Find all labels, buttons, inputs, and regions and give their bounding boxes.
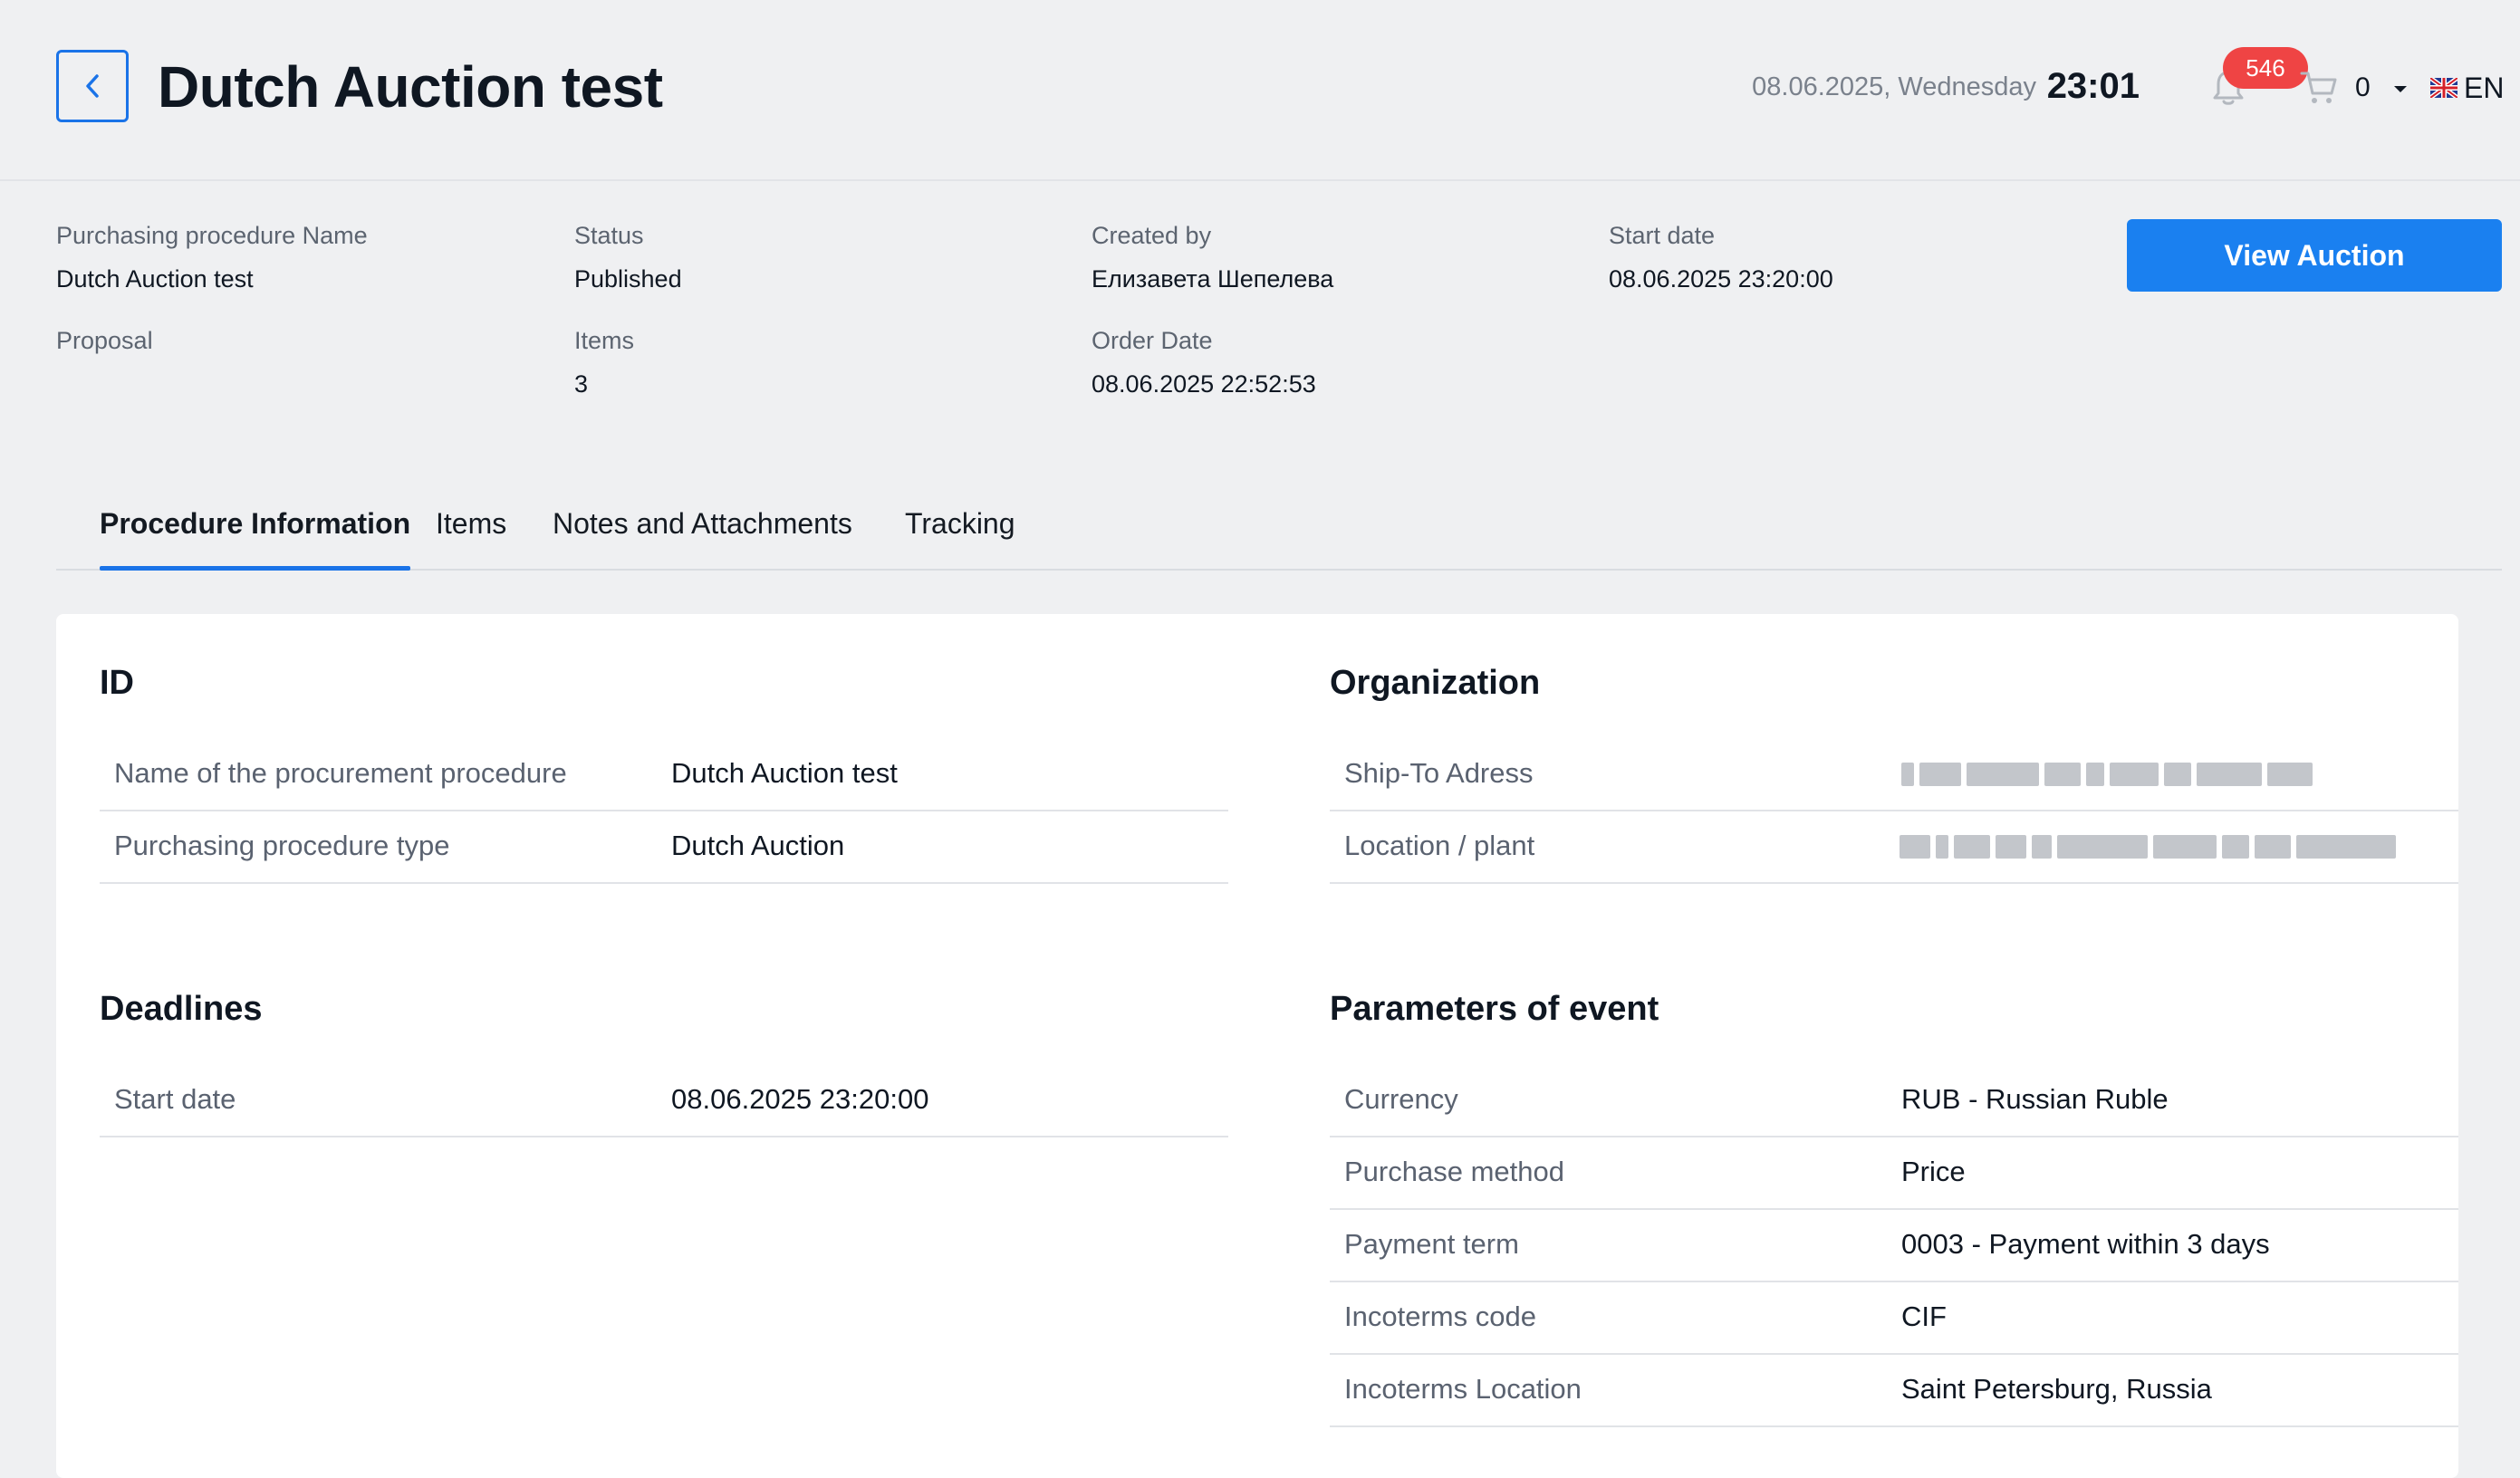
- caret-down-icon[interactable]: [2391, 80, 2409, 98]
- view-auction-button[interactable]: View Auction: [2127, 219, 2502, 292]
- row-label: Payment term: [1344, 1228, 1519, 1260]
- row-label: Name of the procurement procedure: [114, 757, 567, 789]
- tab-items[interactable]: Items: [436, 489, 506, 569]
- notifications-badge[interactable]: 546: [2223, 47, 2308, 89]
- table-row: Start date 08.06.2025 23:20:00: [100, 1065, 1228, 1137]
- deadlines-section-title: Deadlines: [100, 990, 263, 1028]
- row-label: Incoterms code: [1344, 1300, 1536, 1332]
- start-date-label: Start date: [1609, 222, 1716, 249]
- uk-flag-icon[interactable]: [2430, 78, 2457, 98]
- table-row: Payment term 0003 - Payment within 3 day…: [1330, 1210, 2458, 1282]
- table-row: Name of the procurement procedure Dutch …: [100, 739, 1228, 811]
- row-value: RUB - Russian Ruble: [1901, 1083, 2169, 1115]
- parameters-section-title: Parameters of event: [1330, 990, 1659, 1028]
- organization-section-title: Organization: [1330, 664, 1541, 702]
- procedure-name-label: Purchasing procedure Name: [56, 222, 368, 249]
- items-label: Items: [574, 327, 635, 354]
- proposal-label: Proposal: [56, 327, 153, 354]
- chevron-left-icon: [86, 74, 99, 98]
- row-value: CIF: [1901, 1300, 1947, 1332]
- order-date-label: Order Date: [1092, 327, 1213, 354]
- tab-notes-and-attachments[interactable]: Notes and Attachments: [553, 489, 852, 569]
- language-selector[interactable]: EN: [2464, 71, 2504, 105]
- start-date-value: 08.06.2025 23:20:00: [1609, 265, 1833, 293]
- table-row: Purchase method Price: [1330, 1137, 2458, 1210]
- table-row: Incoterms code CIF: [1330, 1282, 2458, 1355]
- items-value: 3: [574, 370, 589, 398]
- row-value: Price: [1901, 1156, 1966, 1187]
- tab-procedure-information[interactable]: Procedure Information: [100, 489, 411, 571]
- created-by-value: Елизавета Шепелева: [1092, 265, 1334, 293]
- page-title: Dutch Auction test: [158, 54, 663, 120]
- status-value: Published: [574, 265, 682, 293]
- procedure-information-card: ID Name of the procurement procedure Dut…: [56, 614, 2458, 1478]
- redacted-value: [1901, 759, 2313, 790]
- current-date: 08.06.2025, Wednesday: [1752, 72, 2036, 101]
- row-label: Currency: [1344, 1083, 1458, 1115]
- table-row: Purchasing procedure type Dutch Auction: [100, 811, 1228, 884]
- row-value: 0003 - Payment within 3 days: [1901, 1228, 2270, 1260]
- id-section-title: ID: [100, 664, 134, 702]
- row-value: Dutch Auction: [671, 830, 845, 861]
- tab-tracking[interactable]: Tracking: [905, 489, 1015, 569]
- redacted-value: [1900, 831, 2396, 862]
- current-time: 23:01: [2046, 66, 2140, 106]
- row-label: Incoterms Location: [1344, 1373, 1582, 1405]
- row-label: Location / plant: [1344, 830, 1535, 861]
- status-label: Status: [574, 222, 644, 249]
- table-row: Location / plant: [1330, 811, 2458, 884]
- created-by-label: Created by: [1092, 222, 1212, 249]
- page-header: Dutch Auction test 08.06.2025, Wednesday…: [0, 0, 2520, 181]
- row-label: Ship-To Adress: [1344, 757, 1534, 789]
- cart-count: 0: [2355, 72, 2371, 102]
- row-label: Start date: [114, 1083, 236, 1115]
- back-button[interactable]: [56, 50, 129, 122]
- table-row: Incoterms Location Saint Petersburg, Rus…: [1330, 1355, 2458, 1427]
- tab-bar: Procedure Information Items Notes and At…: [56, 489, 2502, 571]
- row-label: Purchasing procedure type: [114, 830, 450, 861]
- row-value: Saint Petersburg, Russia: [1901, 1373, 2212, 1405]
- row-label: Purchase method: [1344, 1156, 1564, 1187]
- row-value: 08.06.2025 23:20:00: [671, 1083, 929, 1115]
- table-row: Ship-To Adress: [1330, 739, 2458, 811]
- procedure-name-value: Dutch Auction test: [56, 265, 254, 293]
- cart-icon[interactable]: [2299, 68, 2339, 108]
- row-value: Dutch Auction test: [671, 757, 898, 789]
- order-date-value: 08.06.2025 22:52:53: [1092, 370, 1316, 398]
- table-row: Currency RUB - Russian Ruble: [1330, 1065, 2458, 1137]
